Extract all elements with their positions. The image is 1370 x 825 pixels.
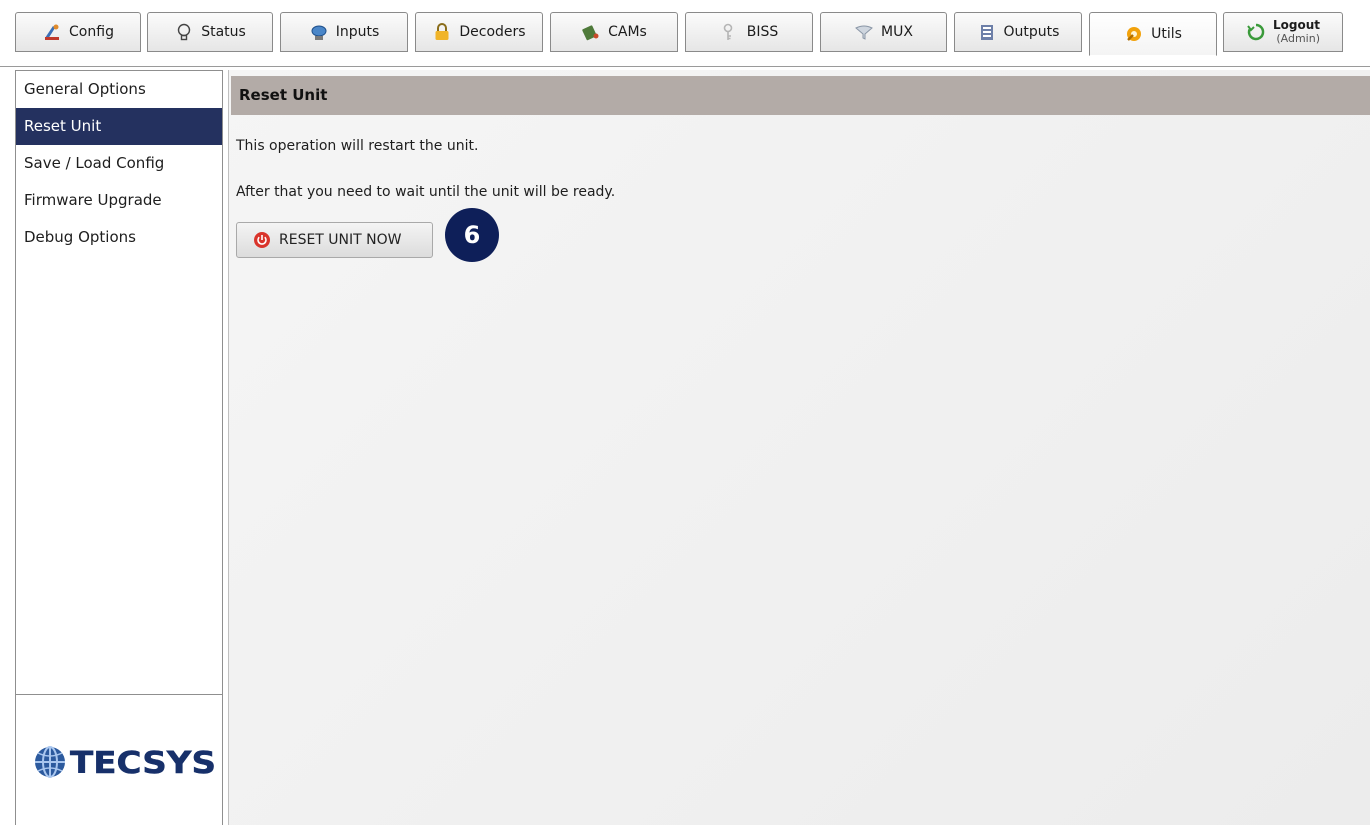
top-tab-bar: Config Status Inputs Decoders CAMs BISS <box>0 0 1370 67</box>
tab-outputs[interactable]: Outputs <box>954 12 1082 52</box>
logout-user: (Admin) <box>1276 32 1320 45</box>
tab-biss[interactable]: BISS <box>685 12 813 52</box>
tab-mux[interactable]: MUX <box>820 12 947 52</box>
logout-button[interactable]: Logout (Admin) <box>1223 12 1343 52</box>
step-number-badge: 6 <box>445 208 499 262</box>
tab-label: Status <box>201 24 246 40</box>
card-icon <box>581 22 601 42</box>
tab-label: Config <box>69 24 114 40</box>
lock-icon <box>432 22 452 42</box>
logout-label: Logout <box>1272 18 1320 32</box>
lightbulb-icon <box>174 22 194 42</box>
tab-label: Utils <box>1151 26 1182 42</box>
tab-utils[interactable]: Utils <box>1089 12 1217 56</box>
config-icon <box>42 22 62 42</box>
sidebar-item-debug-options[interactable]: Debug Options <box>16 219 222 256</box>
tab-label: Decoders <box>459 24 526 40</box>
key-icon <box>720 22 740 42</box>
sidebar-item-save-load-config[interactable]: Save / Load Config <box>16 145 222 182</box>
sidebar: General Options Reset Unit Save / Load C… <box>15 70 223 695</box>
funnel-icon <box>854 22 874 42</box>
info-text-restart: This operation will restart the unit. <box>236 138 479 154</box>
tools-icon <box>1124 24 1144 44</box>
tecsys-logo: TECSYS <box>35 746 216 781</box>
svg-text:TECSYS: TECSYS <box>70 746 216 781</box>
tab-cams[interactable]: CAMs <box>550 12 678 52</box>
sidebar-item-firmware-upgrade[interactable]: Firmware Upgrade <box>16 182 222 219</box>
tab-label: Outputs <box>1003 24 1060 40</box>
reset-unit-now-button[interactable]: RESET UNIT NOW <box>236 222 433 258</box>
tab-label: BISS <box>746 24 779 40</box>
info-text-wait: After that you need to wait until the un… <box>236 184 616 200</box>
sidebar-item-general-options[interactable]: General Options <box>16 71 222 108</box>
tab-label: Inputs <box>335 24 380 40</box>
page-title: Reset Unit <box>231 76 1370 115</box>
tab-decoders[interactable]: Decoders <box>415 12 543 52</box>
tab-inputs[interactable]: Inputs <box>280 12 408 52</box>
power-icon <box>253 231 271 249</box>
logo-area: TECSYS <box>15 695 223 825</box>
reset-button-label: RESET UNIT NOW <box>279 232 402 248</box>
tab-config[interactable]: Config <box>15 12 141 52</box>
main-panel: Reset Unit This operation will restart t… <box>228 70 1370 825</box>
tab-label: CAMs <box>608 24 647 40</box>
logout-icon <box>1246 22 1266 42</box>
tab-label: MUX <box>881 24 913 40</box>
document-icon <box>977 22 997 42</box>
satellite-dish-icon <box>309 22 329 42</box>
sidebar-item-reset-unit[interactable]: Reset Unit <box>16 108 222 145</box>
globe-icon <box>35 746 65 778</box>
tab-status[interactable]: Status <box>147 12 273 52</box>
